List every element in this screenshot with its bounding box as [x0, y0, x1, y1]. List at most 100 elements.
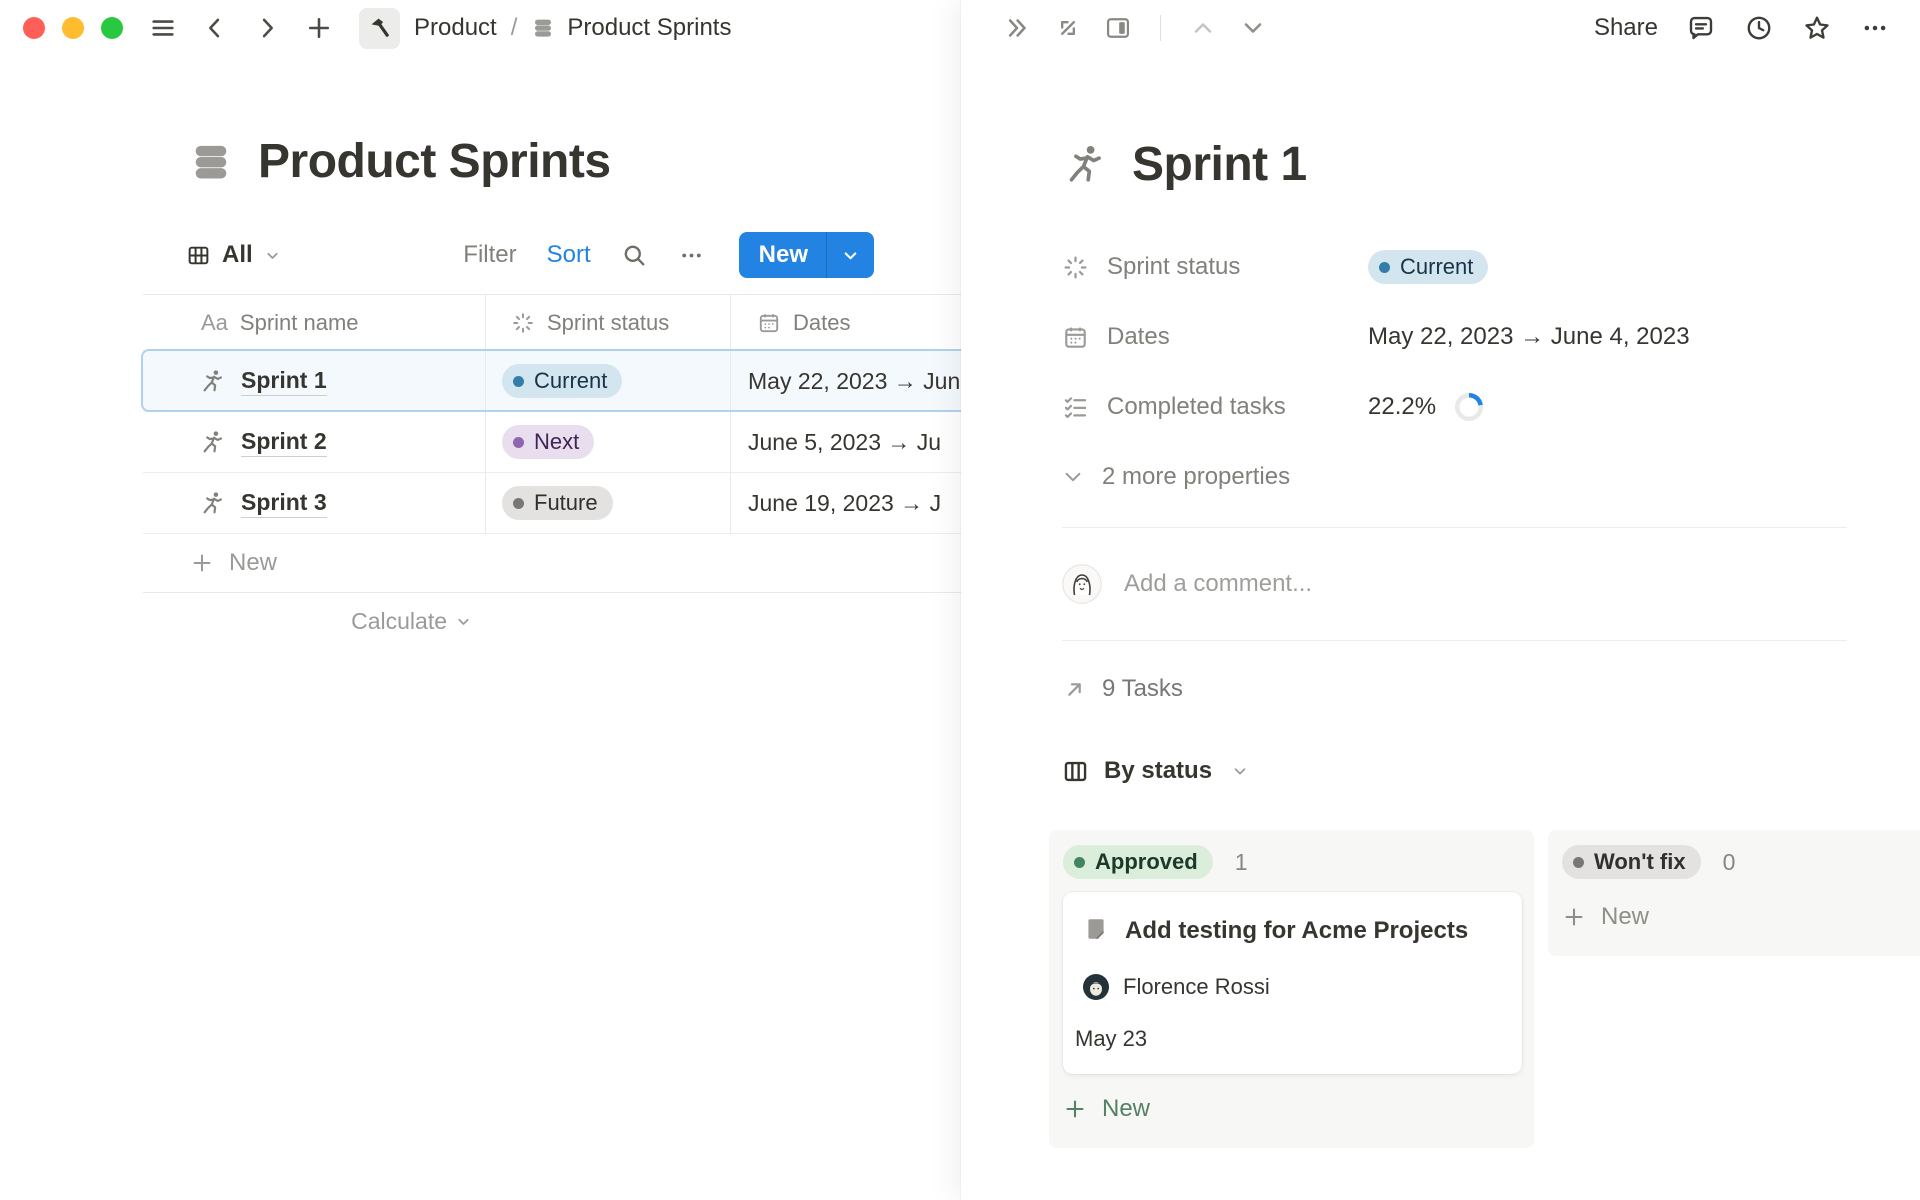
calculate-label: Calculate — [351, 608, 447, 635]
add-comment-row[interactable]: Add a comment... — [1062, 528, 1847, 640]
close-peek-icon[interactable] — [1002, 13, 1032, 43]
new-row-label: New — [229, 549, 277, 577]
column-count: 1 — [1235, 849, 1248, 876]
running-person-icon[interactable] — [1062, 142, 1106, 186]
property-label: Dates — [1062, 323, 1368, 351]
sprint-name-link[interactable]: Sprint 1 — [241, 367, 327, 396]
breadcrumb-separator: / — [511, 14, 518, 42]
page-icon — [1083, 916, 1109, 942]
sidebar-menu-icon[interactable] — [149, 14, 177, 42]
view-tab-all[interactable]: All — [186, 241, 281, 269]
forward-button[interactable] — [253, 14, 281, 42]
zoom-window-button[interactable] — [101, 17, 123, 39]
cell-sprint-status[interactable]: Future — [486, 473, 731, 533]
divider — [1062, 640, 1847, 641]
property-value[interactable]: 22.2% — [1368, 392, 1484, 422]
new-button-chevron-icon[interactable] — [827, 246, 874, 265]
workspace-hammer-icon[interactable] — [359, 8, 400, 49]
assignee-name: Florence Rossi — [1123, 974, 1270, 1000]
tasks-backlink[interactable]: 9 Tasks — [1062, 665, 1847, 713]
board-view-icon — [1062, 758, 1089, 785]
calculate-row[interactable]: Calculate — [143, 593, 486, 649]
chevron-down-icon — [1062, 466, 1084, 488]
column-label: Sprint name — [240, 310, 359, 336]
cell-sprint-name[interactable]: Sprint 3 — [143, 473, 486, 533]
view-tab-label: All — [222, 241, 253, 269]
property-label-text: Sprint status — [1107, 253, 1240, 281]
card-title-row: Add testing for Acme Projects — [1075, 916, 1506, 946]
chevron-down-icon — [264, 247, 281, 264]
plus-icon — [1063, 1097, 1087, 1121]
breadcrumb-page[interactable]: Product Sprints — [567, 14, 731, 42]
status-dot — [513, 437, 524, 448]
status-dot — [513, 498, 524, 509]
linked-view-label: By status — [1104, 757, 1212, 785]
cell-sprint-status[interactable]: Current — [486, 351, 731, 411]
chevron-down-icon — [455, 613, 472, 630]
close-window-button[interactable] — [23, 17, 45, 39]
linked-view-by-status[interactable]: By status — [1062, 747, 1847, 795]
status-property-icon — [511, 311, 535, 335]
minimize-window-button[interactable] — [62, 17, 84, 39]
dates-value: May 22, 2023 → June 4, 2023 — [1368, 323, 1690, 351]
breadcrumb-workspace[interactable]: Product — [414, 14, 497, 42]
status-property-icon — [1062, 254, 1089, 281]
more-properties-toggle[interactable]: 2 more properties — [1062, 442, 1847, 512]
database-title-row: Product Sprints — [188, 134, 611, 189]
column-header-sprint-status[interactable]: Sprint status — [486, 295, 731, 350]
cell-sprint-name[interactable]: Sprint 1 — [143, 351, 486, 411]
user-avatar — [1062, 564, 1102, 604]
board-column-header[interactable]: Approved 1 — [1063, 842, 1522, 882]
property-value[interactable]: May 22, 2023 → June 4, 2023 — [1368, 323, 1690, 351]
sort-button[interactable]: Sort — [547, 241, 591, 269]
plus-icon — [1562, 905, 1586, 929]
more-options-icon[interactable] — [678, 242, 705, 269]
percent-value: 22.2% — [1368, 393, 1436, 421]
more-options-icon[interactable] — [1860, 13, 1890, 43]
property-sprint-status[interactable]: Sprint status Current — [1062, 232, 1847, 302]
table-view-icon — [186, 243, 211, 268]
comment-input[interactable]: Add a comment... — [1124, 570, 1312, 598]
database-icon[interactable] — [188, 139, 234, 185]
column-count: 0 — [1723, 849, 1736, 876]
window-controls — [23, 17, 123, 39]
checklist-property-icon — [1062, 394, 1089, 421]
column-pill-label: Won't fix — [1594, 849, 1686, 875]
new-page-icon[interactable] — [305, 14, 333, 42]
dates-value: June 5, 2023 → Ju — [748, 429, 941, 456]
property-dates[interactable]: Dates May 22, 2023 → June 4, 2023 — [1062, 302, 1847, 372]
property-list: Sprint status Current Dates May 22, 2023… — [1062, 232, 1847, 442]
property-completed-tasks[interactable]: Completed tasks 22.2% — [1062, 372, 1847, 442]
new-button[interactable]: New — [739, 232, 874, 278]
property-label-text: Completed tasks — [1107, 393, 1286, 421]
cell-sprint-status[interactable]: Next — [486, 412, 731, 472]
sprint-name-link[interactable]: Sprint 3 — [241, 489, 327, 518]
search-icon[interactable] — [621, 242, 648, 269]
date-property-icon — [757, 311, 781, 335]
board-column-wont-fix: Won't fix 0 New — [1548, 830, 1920, 956]
notion-window: Product / Product Sprints Product Sprint… — [0, 0, 1920, 1200]
cell-sprint-name[interactable]: Sprint 2 — [143, 412, 486, 472]
card-title[interactable]: Add testing for Acme Projects — [1125, 916, 1468, 946]
new-card-label: New — [1102, 1095, 1150, 1123]
board-new-card-button[interactable]: New — [1063, 1082, 1522, 1136]
property-label-text: Dates — [1107, 323, 1170, 351]
board-new-card-button[interactable]: New — [1562, 890, 1920, 944]
property-value[interactable]: Current — [1368, 250, 1488, 284]
chevron-down-icon — [1231, 762, 1249, 780]
sprint-name-link[interactable]: Sprint 2 — [241, 428, 327, 457]
text-property-icon: Aa — [201, 310, 228, 336]
dates-value: June 19, 2023 → J — [748, 490, 941, 517]
board-card[interactable]: Add testing for Acme Projects Florence R… — [1063, 892, 1522, 1074]
board-column-header[interactable]: Won't fix 0 — [1562, 842, 1920, 882]
record-title-row: Sprint 1 — [1062, 132, 1847, 196]
record-title[interactable]: Sprint 1 — [1132, 137, 1307, 192]
status-dot — [513, 376, 524, 387]
status-pill-label: Current — [1400, 254, 1473, 280]
column-header-sprint-name[interactable]: Aa Sprint name — [143, 295, 486, 350]
card-date: May 23 — [1075, 1026, 1506, 1052]
tasks-backlink-label: 9 Tasks — [1102, 675, 1183, 703]
back-button[interactable] — [201, 14, 229, 42]
filter-button[interactable]: Filter — [463, 241, 516, 269]
view-toolbar: All Filter Sort New — [186, 231, 874, 279]
